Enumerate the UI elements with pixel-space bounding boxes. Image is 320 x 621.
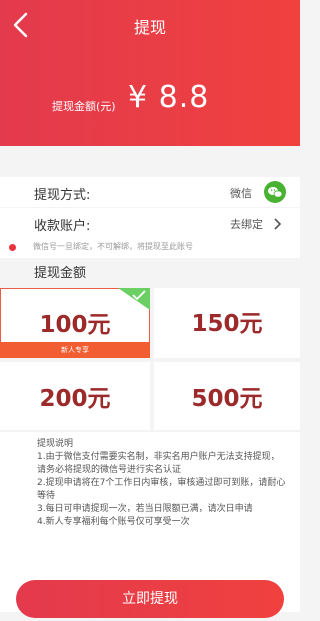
header-banner: 提现 提现金额(元) ¥ 8.8 [0, 0, 300, 146]
amount-option-200[interactable]: 200元 [0, 362, 150, 430]
new-user-tag: 新人专享 [0, 342, 150, 358]
bind-notice: 微信号一旦绑定，不可解绑，将提现至此账号 [0, 238, 300, 258]
account-label: 收款账户: [34, 219, 91, 234]
amount-option-500[interactable]: 500元 [154, 362, 300, 430]
balance-label: 提现金额(元) [52, 100, 116, 113]
amount-option-value: 100元 [39, 312, 111, 338]
bind-account-link[interactable]: 去绑定 [230, 216, 263, 232]
page-title: 提现 [133, 18, 166, 37]
amount-option-150[interactable]: 150元 [154, 288, 300, 358]
amount-option-value: 500元 [191, 386, 263, 412]
balance-value: ¥ 8.8 [128, 80, 210, 115]
amount-section-label: 提现金额 [34, 266, 87, 281]
wechat-icon [264, 181, 286, 203]
selected-check-icon [118, 288, 150, 310]
withdraw-now-button[interactable]: 立即提现 [16, 580, 284, 618]
instruction-line: 3.每日可申请提现一次，若当日限额已满，请次日申请 [37, 504, 253, 514]
method-value: 微信 [230, 187, 252, 200]
notice-text: 微信号一旦绑定，不可解绑，将提现至此账号 [33, 242, 193, 251]
payee-account-row[interactable]: 收款账户: 去绑定 [0, 208, 300, 238]
instruction-line: 1.由于微信支付需要实名制，非实名用户账户无法支持提现，请务必将提现的微信号进行… [37, 452, 280, 475]
amount-option-value: 150元 [191, 311, 263, 337]
withdraw-method-row: 提现方式: 微信 [0, 177, 300, 207]
notice-dot-icon [9, 244, 16, 251]
method-label: 提现方式: [34, 188, 91, 203]
instruction-line: 4.新人专享福利每个账号仅可享受一次 [37, 517, 190, 527]
chevron-right-icon [274, 218, 282, 230]
amount-option-value: 200元 [39, 386, 111, 412]
instruction-line: 2.提现申请将在7个工作日内审核，审核通过即可到账，请耐心等待 [37, 478, 286, 501]
instructions-title: 提现说明 [37, 439, 74, 449]
